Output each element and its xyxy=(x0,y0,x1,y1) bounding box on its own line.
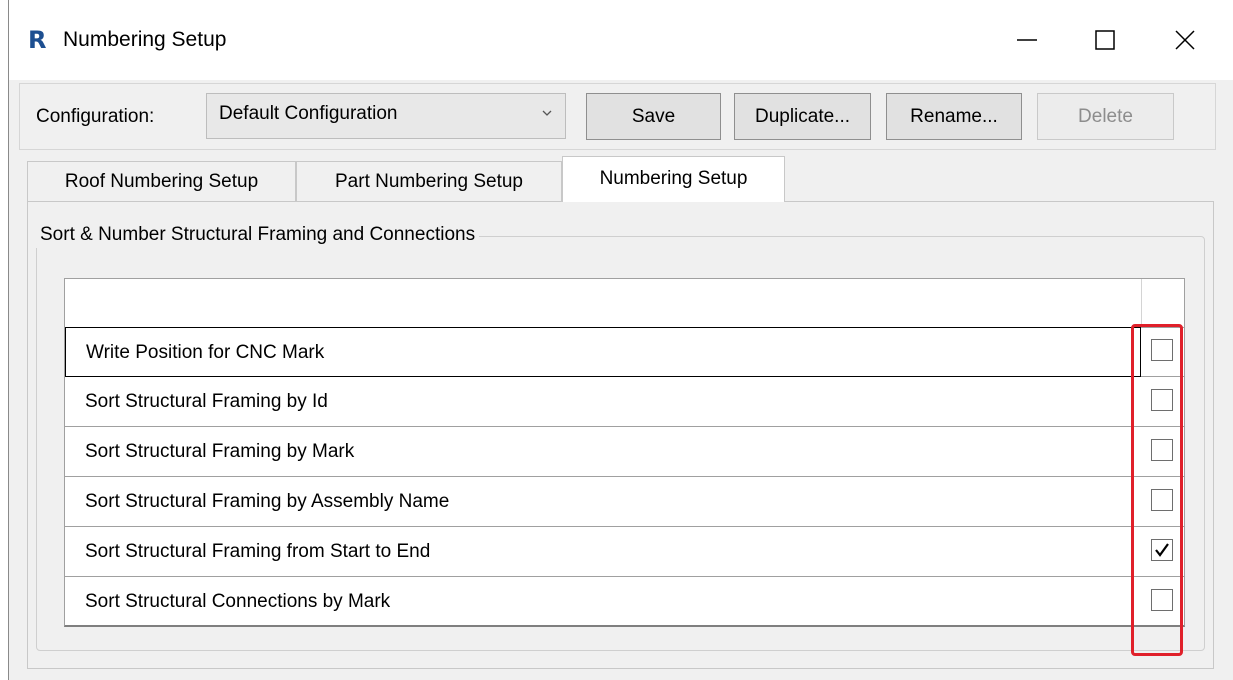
option-row-sort-connections-by-mark[interactable]: Sort Structural Connections by Mark xyxy=(65,577,1141,627)
option-row-write-position-cnc-mark[interactable]: Write Position for CNC Mark xyxy=(65,327,1141,377)
checkbox-cell xyxy=(1141,477,1184,527)
delete-button[interactable]: Delete xyxy=(1037,93,1174,140)
tab-numbering-setup[interactable]: Numbering Setup xyxy=(562,156,785,202)
groupbox-title: Sort & Number Structural Framing and Con… xyxy=(36,222,480,248)
rename-button[interactable]: Rename... xyxy=(886,93,1022,140)
option-label: Sort Structural Framing by Mark xyxy=(85,441,355,462)
close-icon xyxy=(1175,30,1195,50)
tab-roof-numbering-setup[interactable]: Roof Numbering Setup xyxy=(27,161,296,201)
option-checkbox[interactable] xyxy=(1151,539,1173,561)
option-row-sort-framing-by-mark[interactable]: Sort Structural Framing by Mark xyxy=(65,427,1141,477)
checkbox-cell xyxy=(1141,527,1184,577)
checkmark-icon xyxy=(1155,543,1169,557)
checkbox-cell xyxy=(1141,377,1184,427)
revit-app-icon: R xyxy=(28,26,47,54)
configuration-label: Configuration: xyxy=(36,106,155,127)
option-label: Sort Structural Connections by Mark xyxy=(85,591,391,612)
option-checkbox[interactable] xyxy=(1151,339,1173,361)
tab-panel: Sort & Number Structural Framing and Con… xyxy=(27,201,1214,669)
duplicate-button[interactable]: Duplicate... xyxy=(734,93,871,140)
option-label: Write Position for CNC Mark xyxy=(86,342,325,363)
option-checkbox[interactable] xyxy=(1151,439,1173,461)
maximize-icon xyxy=(1095,30,1115,50)
option-label: Sort Structural Framing by Id xyxy=(85,391,328,412)
checkbox-cell xyxy=(1141,577,1184,627)
option-checkbox[interactable] xyxy=(1151,589,1173,611)
header-column-divider xyxy=(1141,279,1142,327)
save-button[interactable]: Save xyxy=(586,93,721,140)
option-label: Sort Structural Framing from Start to En… xyxy=(85,541,431,562)
grid-header xyxy=(65,279,1184,328)
option-checkbox[interactable] xyxy=(1151,489,1173,511)
numbering-setup-window: R Numbering Setup Configuration: Default… xyxy=(8,0,1233,680)
minimize-button[interactable] xyxy=(997,14,1057,66)
configuration-dropdown[interactable]: Default Configuration xyxy=(206,93,566,139)
option-row-sort-framing-start-to-end[interactable]: Sort Structural Framing from Start to En… xyxy=(65,527,1141,577)
window-title: Numbering Setup xyxy=(63,28,227,51)
minimize-icon xyxy=(1017,39,1037,41)
title-bar[interactable]: R Numbering Setup xyxy=(9,0,1233,80)
option-label: Sort Structural Framing by Assembly Name xyxy=(85,491,450,512)
chevron-down-icon xyxy=(542,110,552,116)
checkbox-cell xyxy=(1141,327,1184,377)
maximize-button[interactable] xyxy=(1075,14,1135,66)
configuration-value: Default Configuration xyxy=(219,103,398,124)
option-row-sort-framing-by-id[interactable]: Sort Structural Framing by Id xyxy=(65,377,1141,427)
close-button[interactable] xyxy=(1155,14,1215,66)
checkbox-cell xyxy=(1141,427,1184,477)
option-row-sort-framing-by-assembly-name[interactable]: Sort Structural Framing by Assembly Name xyxy=(65,477,1141,527)
option-checkbox[interactable] xyxy=(1151,389,1173,411)
tab-part-numbering-setup[interactable]: Part Numbering Setup xyxy=(296,161,562,201)
configuration-toolbar: Configuration: Default Configuration Sav… xyxy=(19,83,1216,150)
options-grid: Write Position for CNC Mark Sort Structu… xyxy=(64,278,1185,627)
